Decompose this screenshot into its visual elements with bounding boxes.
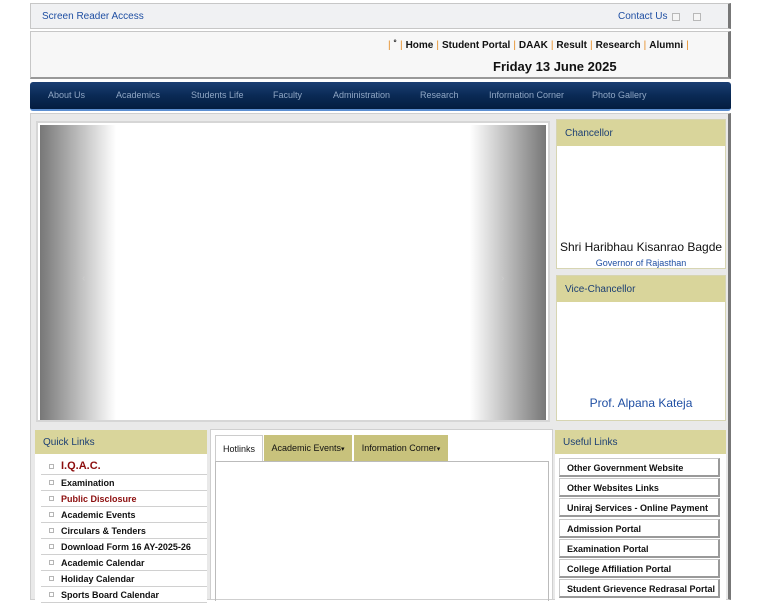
bullet-icon <box>49 592 54 597</box>
bullet-icon <box>49 464 54 469</box>
quick-link-sports-board-calendar[interactable]: Sports Board Calendar <box>41 587 207 603</box>
chevron-down-icon: ▾ <box>436 446 441 453</box>
tab-hotlinks[interactable]: Hotlinks <box>215 435 263 461</box>
top-link-alumni[interactable]: Alumni <box>647 40 685 51</box>
header-top-links: | ˚ | Home | Student Portal | DAAK | Result | Resea… <box>388 40 689 51</box>
screen-reader-access-link[interactable]: Screen Reader Access <box>42 11 144 22</box>
useful-link-student-grievance-portal[interactable]: Student Grievence Redrasal Portal <box>559 579 720 598</box>
nav-item-academics[interactable]: Academics <box>116 90 160 100</box>
font-size-icon[interactable] <box>672 13 680 21</box>
top-utility-bar: Screen Reader Access Contact Us <box>30 3 731 29</box>
top-link-student-portal[interactable]: Student Portal <box>440 40 512 51</box>
contrast-icon[interactable] <box>693 13 701 21</box>
quick-link-circulars-tenders[interactable]: Circulars & Tenders <box>41 523 207 539</box>
nav-item-about-us[interactable]: About Us <box>48 90 85 100</box>
chevron-down-icon: ▾ <box>341 446 345 453</box>
nav-item-administration[interactable]: Administration <box>333 90 390 100</box>
useful-link-other-websites-links[interactable]: Other Websites Links <box>559 478 720 497</box>
useful-links-heading: Useful Links <box>555 430 726 454</box>
top-link-home[interactable]: Home <box>404 40 436 51</box>
top-link-icon[interactable]: ˚ <box>392 40 399 51</box>
useful-link-examination-portal[interactable]: Examination Portal <box>559 539 720 558</box>
chancellor-panel: Chancellor Shri Haribhau Kisanrao Bagde … <box>556 119 726 269</box>
vice-chancellor-name: Prof. Alpana Kateja <box>589 396 693 410</box>
top-link-result[interactable]: Result <box>554 40 589 51</box>
tab-content <box>215 461 549 601</box>
nav-item-photo-gallery[interactable]: Photo Gallery <box>592 90 647 100</box>
quick-link-academic-calendar[interactable]: Academic Calendar <box>41 555 207 571</box>
top-link-research[interactable]: Research <box>594 40 643 51</box>
bullet-icon <box>49 528 54 533</box>
bullet-icon <box>49 496 54 501</box>
bullet-icon <box>49 560 54 565</box>
vice-chancellor-panel: Vice-Chancellor Prof. Alpana Kateja <box>556 275 726 421</box>
useful-link-admission-portal[interactable]: Admission Portal <box>559 519 720 538</box>
chevron-right-icon[interactable]: › <box>501 273 504 284</box>
news-tabs-box: Hotlinks Academic Events▾ Information Co… <box>210 429 553 601</box>
contact-us-link[interactable]: Contact Us <box>618 11 667 22</box>
vice-chancellor-heading: Vice-Chancellor <box>557 276 725 302</box>
bullet-icon <box>49 544 54 549</box>
nav-item-research[interactable]: Research <box>420 90 459 100</box>
quick-link-iqac[interactable]: I.Q.A.C. <box>41 457 207 475</box>
useful-link-online-payment[interactable]: Uniraj Services - Online Payment <box>559 498 720 517</box>
bullet-icon <box>49 576 54 581</box>
bullet-icon <box>49 512 54 517</box>
bullet-icon <box>49 480 54 485</box>
image-slider: ‹ › <box>36 121 550 422</box>
chancellor-designation: Governor of Rajasthan <box>595 258 687 268</box>
slider-prev-control[interactable] <box>40 125 116 420</box>
quick-links-list: I.Q.A.C. Examination Public Disclosure A… <box>35 454 207 603</box>
current-date: Friday 13 June 2025 <box>493 59 617 74</box>
chancellor-heading: Chancellor <box>557 120 725 146</box>
tab-information-corner[interactable]: Information Corner▾ <box>354 435 448 461</box>
quick-link-academic-events[interactable]: Academic Events <box>41 507 207 523</box>
quick-link-holiday-calendar[interactable]: Holiday Calendar <box>41 571 207 587</box>
nav-item-information-corner[interactable]: Information Corner <box>489 90 564 100</box>
quick-links-panel: Quick Links I.Q.A.C. Examination Public … <box>35 430 207 603</box>
chevron-left-icon[interactable]: ‹ <box>82 273 85 284</box>
tab-academic-events[interactable]: Academic Events▾ <box>264 435 352 461</box>
chancellor-name: Shri Haribhau Kisanrao Bagde <box>559 240 723 254</box>
nav-item-faculty[interactable]: Faculty <box>273 90 302 100</box>
nav-item-students-life[interactable]: Students Life <box>191 90 244 100</box>
slider-next-control[interactable] <box>470 125 546 420</box>
quick-link-form-16[interactable]: Download Form 16 AY-2025-26 <box>41 539 207 555</box>
quick-links-heading: Quick Links <box>35 430 207 454</box>
main-navigation: About Us Academics Students Life Faculty… <box>30 82 731 111</box>
useful-link-college-affiliation-portal[interactable]: College Affiliation Portal <box>559 559 720 578</box>
quick-link-examination[interactable]: Examination <box>41 475 207 491</box>
useful-link-other-government-website[interactable]: Other Government Website <box>559 458 720 477</box>
useful-links-panel: Useful Links Other Government Website Ot… <box>555 430 726 600</box>
site-header: | ˚ | Home | Student Portal | DAAK | Result | Resea… <box>30 31 731 79</box>
top-link-daak[interactable]: DAAK <box>517 40 550 51</box>
quick-link-public-disclosure[interactable]: Public Disclosure <box>41 491 207 507</box>
